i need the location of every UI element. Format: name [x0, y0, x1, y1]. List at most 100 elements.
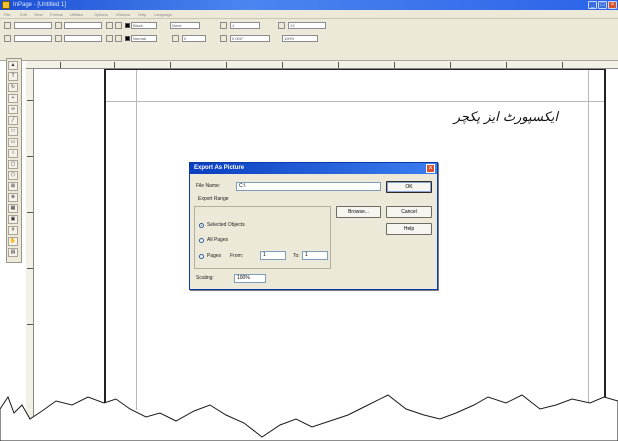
menu-item-edit[interactable]: Edit [20, 11, 27, 18]
ruler-tick [562, 62, 563, 68]
scaling-label: Scaling: [196, 275, 214, 281]
toolbar-icon-g[interactable] [4, 35, 11, 42]
selected-objects-radio[interactable] [199, 223, 204, 228]
file-name-field[interactable]: C:\ [236, 182, 381, 191]
angle-field[interactable]: 0.000° [230, 35, 270, 42]
picture-box-tool-icon[interactable]: ⊠ [8, 182, 18, 191]
menu-item-window[interactable]: Window [116, 11, 130, 18]
menu-item-help[interactable]: Help [138, 11, 146, 18]
page-left-edge [104, 69, 106, 409]
selected-objects-label: Selected Objects [207, 222, 245, 228]
text-tool-icon[interactable]: T [8, 72, 18, 81]
toolbar-icon-e[interactable] [220, 22, 227, 29]
toolbar-icon-k[interactable] [172, 35, 179, 42]
to-field[interactable]: 1 [302, 251, 328, 260]
file-name-label: File Name: [196, 183, 221, 189]
window-title-bar [0, 0, 618, 10]
window-title: InPage - [Untitled 1] [13, 2, 67, 8]
help-button[interactable]: Help [386, 223, 432, 235]
export-range-label: Export Range [198, 196, 229, 202]
width-field[interactable]: 1 [230, 22, 260, 29]
toolbar-field-1[interactable] [14, 22, 52, 29]
app-icon [2, 1, 10, 9]
ruler-tick [27, 268, 33, 269]
dialog-close-icon[interactable]: × [426, 164, 435, 173]
torn-edge-graphic [0, 394, 618, 441]
rotate-tool-icon[interactable]: ↻ [8, 83, 18, 92]
margin-guide-top [106, 101, 604, 102]
rounded-rect-tool-icon[interactable]: ▢ [8, 160, 18, 169]
pages-radio[interactable] [199, 254, 204, 259]
polygon-tool-icon[interactable]: ⬠ [8, 171, 18, 180]
ruler-tick [27, 100, 33, 101]
toolbar-field-3[interactable] [14, 35, 52, 42]
ruler-tick [60, 62, 61, 68]
close-icon[interactable]: × [608, 1, 617, 9]
line-tool-icon[interactable]: ╱ [8, 116, 18, 125]
picture-oval-tool-icon[interactable]: ⊗ [8, 193, 18, 202]
grid-tool-icon[interactable]: # [8, 226, 18, 235]
toolbar-icon-j[interactable] [115, 35, 122, 42]
page-right-edge [604, 69, 606, 409]
menu-item-language[interactable]: Language [154, 11, 172, 18]
pointer-tool-icon[interactable]: ▲ [8, 61, 18, 70]
color-swatch-icon-2 [125, 36, 130, 41]
ruler-tick [27, 156, 33, 157]
cancel-button[interactable]: Cancel [386, 206, 432, 218]
ruler-tick [170, 62, 171, 68]
zoom-tool-icon[interactable]: + [8, 94, 18, 103]
ruler-tick [282, 62, 283, 68]
page-heading-urdu: ایکسپورٹ ایز پکچر [453, 110, 558, 125]
margin-guide-right [588, 70, 589, 410]
ruler-tick [27, 212, 33, 213]
shade-select[interactable]: None [170, 22, 200, 29]
from-field[interactable]: 1 [260, 251, 286, 260]
toolbar-icon-a[interactable] [4, 22, 11, 29]
pages-label: Pages [207, 253, 222, 259]
style-select[interactable]: Normal [131, 35, 157, 42]
oval-tool-icon[interactable]: ○ [8, 149, 18, 158]
toolbar-field-4[interactable] [64, 35, 102, 42]
rect-tool-icon[interactable]: ▭ [8, 138, 18, 147]
ruler-tick [114, 62, 115, 68]
all-pages-radio[interactable] [199, 238, 204, 243]
box-tool-icon[interactable]: □ [8, 127, 18, 136]
frame-tool-icon[interactable]: ▣ [8, 215, 18, 224]
toolbar-icon-f[interactable] [278, 22, 285, 29]
browse-button[interactable]: Browse... [336, 206, 381, 218]
ruler-tick [27, 324, 33, 325]
toolbar-icon-l[interactable] [220, 35, 227, 42]
ok-button[interactable]: OK [386, 181, 432, 193]
to-label: To: [293, 253, 300, 259]
color-swatch-icon [125, 23, 130, 28]
ruler-tick [226, 62, 227, 68]
menu-item-format[interactable]: Format [50, 11, 63, 18]
shade-field[interactable]: 100% [282, 35, 318, 42]
ruler-tick [394, 62, 395, 68]
from-label: From: [230, 253, 244, 259]
minimize-icon[interactable]: _ [588, 1, 597, 9]
toolbar-icon-b[interactable] [55, 22, 62, 29]
ruler-tick [338, 62, 339, 68]
menu-item-utilities[interactable]: Utilities [70, 11, 83, 18]
toolbar-icon-c[interactable] [106, 22, 113, 29]
menu-item-file[interactable]: File [4, 11, 10, 18]
page-top-edge [104, 69, 605, 70]
size-field[interactable]: 13 [288, 22, 326, 29]
table-tool-icon[interactable]: ▦ [8, 204, 18, 213]
toolbar-icon-h[interactable] [55, 35, 62, 42]
maximize-icon[interactable]: □ [598, 1, 607, 9]
scaling-field[interactable]: 100% [234, 274, 266, 283]
toolbar-field-2[interactable] [64, 22, 102, 29]
toolbar-icon-d[interactable] [115, 22, 122, 29]
margin-guide-left [136, 70, 137, 410]
toolbar-icon-i[interactable] [106, 35, 113, 42]
color-select[interactable]: Black [131, 22, 157, 29]
link-tool-icon[interactable]: ∞ [8, 105, 18, 114]
menu-item-options[interactable]: Options [94, 11, 108, 18]
menu-item-view[interactable]: View [34, 11, 43, 18]
pan-tool-icon[interactable]: ✋ [8, 237, 18, 246]
tracking-field[interactable]: 0 [182, 35, 206, 42]
page-tool-icon[interactable]: ▤ [8, 248, 18, 257]
ruler-tick [450, 62, 451, 68]
